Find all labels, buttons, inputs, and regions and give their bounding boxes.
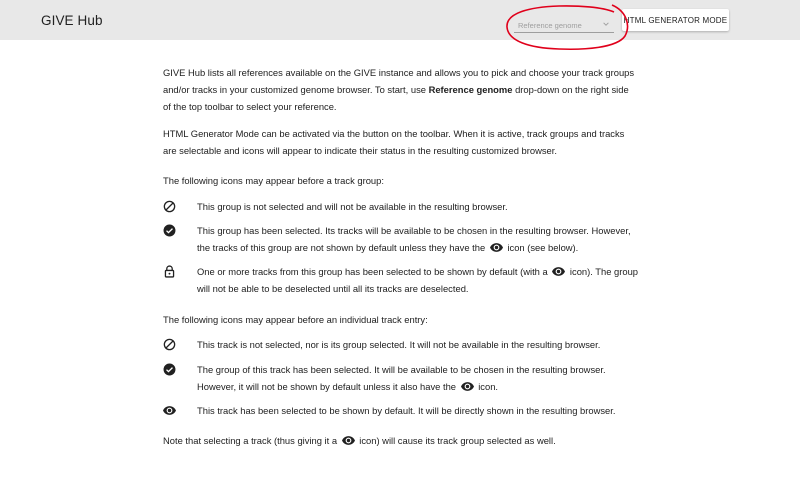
app-title: GIVE Hub	[41, 13, 103, 28]
note-paragraph: Note that selecting a track (thus giving…	[163, 435, 556, 446]
eye-icon	[552, 267, 565, 276]
reference-genome-placeholder: Reference genome	[518, 21, 582, 30]
check-circle-icon	[163, 363, 176, 376]
top-toolbar: GIVE Hub Reference genome HTML GENERATOR…	[0, 0, 800, 40]
not-selected-icon	[163, 200, 176, 213]
group-item-text: This group has been selected. Its tracks…	[197, 225, 631, 253]
lock-icon	[163, 265, 176, 278]
track-icons-heading: The following icons may appear before an…	[163, 314, 428, 325]
html-generator-mode-button[interactable]: HTML GENERATOR MODE	[622, 9, 729, 31]
group-icons-heading: The following icons may appear before a …	[163, 175, 384, 186]
generator-mode-paragraph: HTML Generator Mode can be activated via…	[163, 128, 625, 156]
eye-icon	[342, 436, 355, 445]
eye-icon	[490, 243, 503, 252]
chevron-down-icon	[603, 22, 609, 26]
eye-icon	[461, 382, 474, 391]
not-selected-icon	[163, 338, 176, 351]
eye-icon	[163, 404, 176, 417]
reference-genome-select[interactable]: Reference genome	[514, 16, 614, 33]
track-item-text: This track is not selected, nor is its g…	[197, 339, 601, 350]
group-item-text: One or more tracks from this group has b…	[197, 266, 639, 294]
intro-paragraph: GIVE Hub lists all references available …	[163, 67, 635, 112]
track-item-text: This track has been selected to be shown…	[197, 405, 616, 416]
track-item-text: The group of this track has been selecte…	[197, 364, 606, 392]
check-circle-icon	[163, 224, 176, 237]
reference-genome-bold: Reference genome	[428, 84, 513, 95]
group-item-text: This group is not selected and will not …	[197, 201, 508, 212]
